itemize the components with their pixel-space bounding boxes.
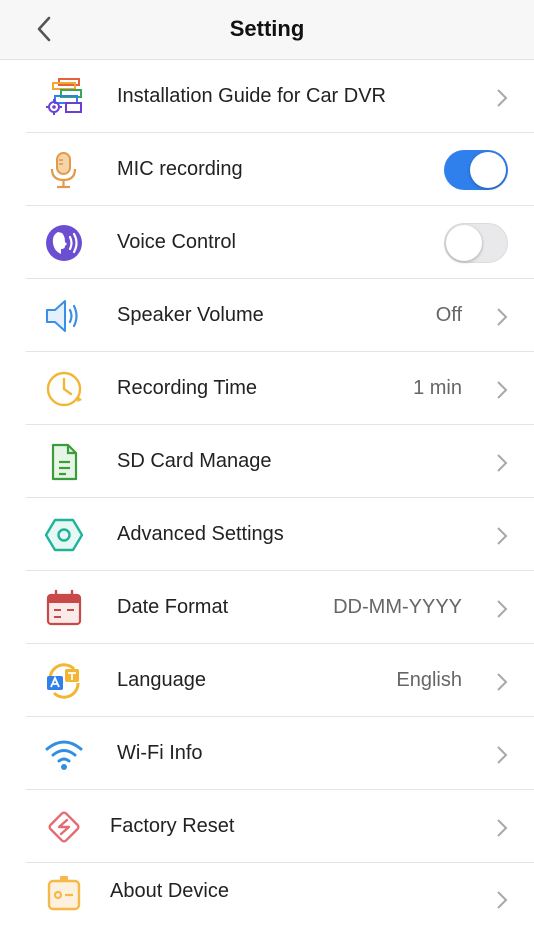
- device-info-icon: [47, 876, 81, 911]
- setting-row-mic-recording: MIC recording: [26, 133, 534, 206]
- chevron-right-icon: [497, 308, 508, 326]
- setting-row-voice-control: Voice Control: [26, 206, 534, 279]
- wifi-icon: [45, 740, 83, 770]
- language-icon: [47, 663, 80, 699]
- setting-row-wifi-info[interactable]: Wi-Fi Info: [26, 717, 534, 790]
- setting-row-advanced-settings[interactable]: Advanced Settings: [26, 498, 534, 571]
- setting-row-date-format[interactable]: Date Format DD-MM-YYYY: [26, 571, 534, 644]
- chevron-right-icon: [497, 381, 508, 399]
- chevron-right-icon: [497, 673, 508, 691]
- toggle-knob: [446, 225, 482, 261]
- setting-value: 1 min: [413, 377, 462, 399]
- setting-row-installation-guide[interactable]: Installation Guide for Car DVR: [26, 60, 534, 133]
- toggle-knob: [470, 152, 506, 188]
- setting-label: About Device: [110, 880, 229, 902]
- setting-row-recording-time[interactable]: Recording Time 1 min: [26, 352, 534, 425]
- page-title: Setting: [229, 16, 305, 41]
- setting-label: Language: [117, 669, 206, 691]
- setting-row-speaker-volume[interactable]: Speaker Volume Off: [26, 279, 534, 352]
- setting-row-sd-card-manage[interactable]: SD Card Manage: [26, 425, 534, 498]
- microphone-icon: [50, 152, 77, 189]
- factory-reset-icon: [48, 811, 80, 843]
- setting-label: Advanced Settings: [117, 523, 284, 545]
- nav-bar: Setting: [0, 0, 534, 60]
- setting-row-language[interactable]: Language English: [26, 644, 534, 717]
- setting-label: SD Card Manage: [117, 450, 272, 472]
- setting-label: Voice Control: [117, 231, 236, 253]
- voice-control-toggle[interactable]: [444, 223, 508, 263]
- setting-value: DD-MM-YYYY: [333, 596, 462, 618]
- setting-row-about-device[interactable]: About Device: [26, 863, 534, 936]
- voice-control-icon: [46, 225, 82, 261]
- hexagon-settings-icon: [44, 518, 84, 552]
- chevron-right-icon: [497, 819, 508, 837]
- setting-label: Wi-Fi Info: [117, 742, 203, 764]
- setting-label: Installation Guide for Car DVR: [117, 85, 387, 107]
- setting-label: Speaker Volume: [117, 304, 264, 326]
- speaker-icon: [46, 300, 78, 332]
- chevron-right-icon: [497, 527, 508, 545]
- chevron-right-icon: [497, 454, 508, 472]
- chevron-right-icon: [497, 891, 508, 909]
- setting-label: Date Format: [117, 596, 229, 618]
- mic-recording-toggle[interactable]: [444, 150, 508, 190]
- setting-label: MIC recording: [117, 158, 243, 180]
- sd-card-icon: [51, 443, 78, 481]
- setting-label: Factory Reset: [110, 815, 235, 837]
- clock-icon: [46, 371, 82, 407]
- setting-value: English: [396, 669, 462, 691]
- chevron-right-icon: [497, 600, 508, 618]
- settings-list: Installation Guide for Car DVR MIC recor…: [0, 60, 534, 936]
- setting-label: Recording Time: [117, 377, 258, 399]
- calendar-icon: [46, 589, 82, 626]
- chevron-right-icon: [497, 89, 508, 107]
- setting-row-factory-reset[interactable]: Factory Reset: [26, 790, 534, 863]
- chevron-right-icon: [497, 746, 508, 764]
- setting-value: Off: [435, 304, 462, 326]
- installation-guide-icon: [46, 78, 82, 115]
